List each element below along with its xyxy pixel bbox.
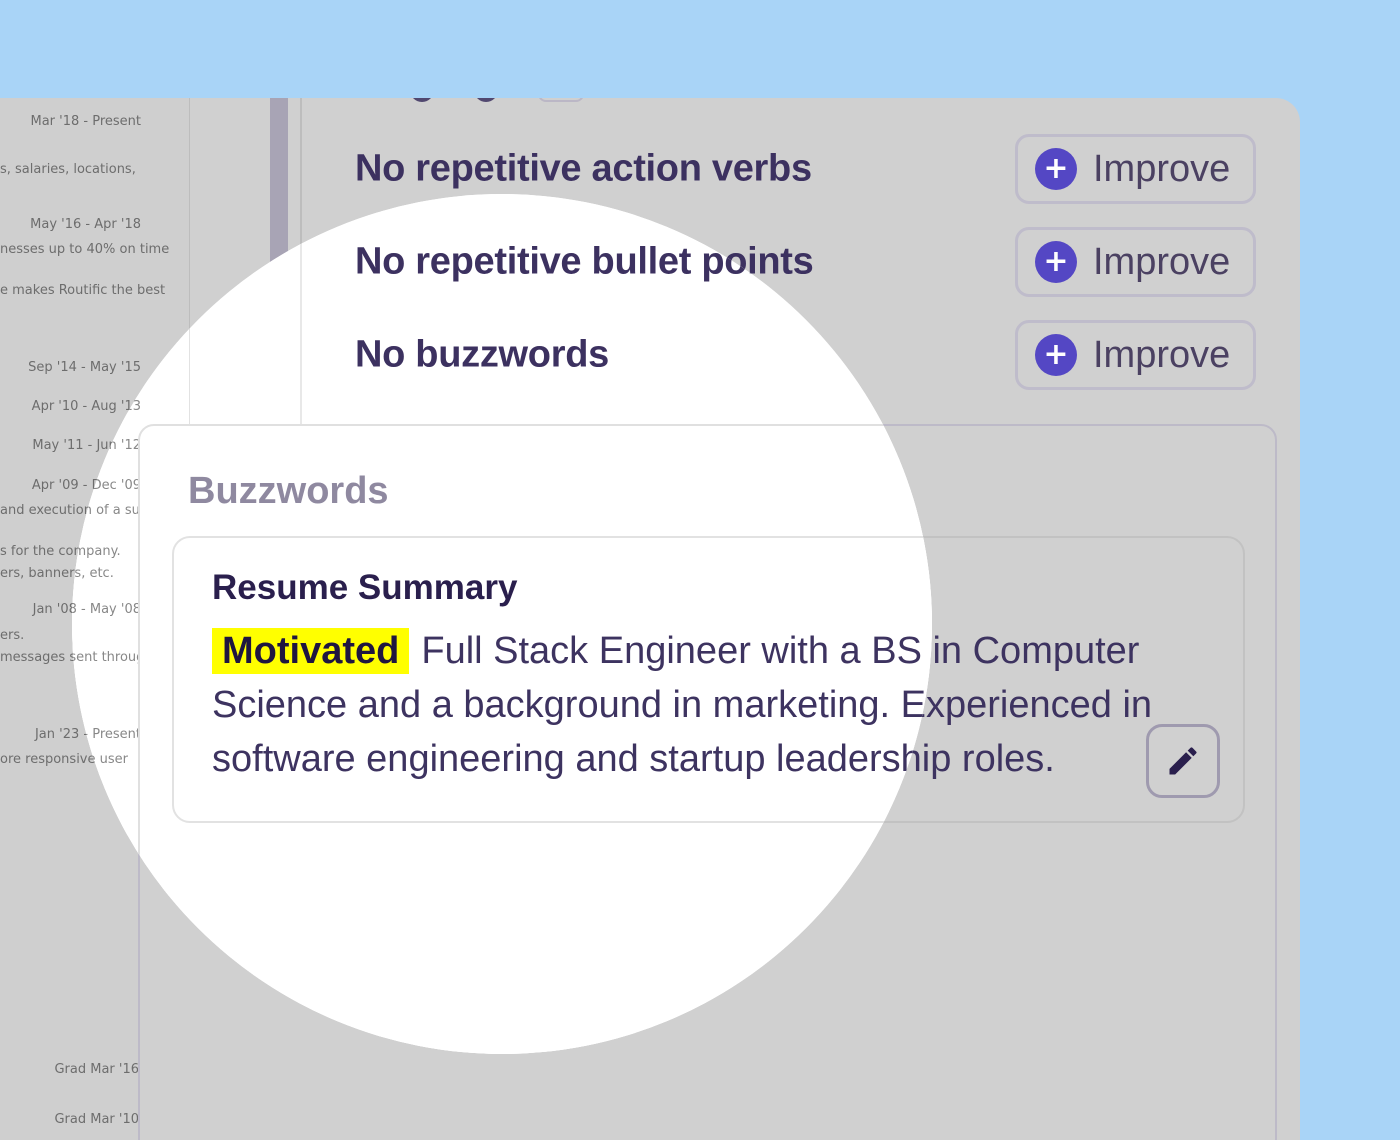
resume-line: Grad Mar '10 xyxy=(54,1112,139,1127)
improve-button[interactable]: + Improve xyxy=(1015,320,1256,390)
plus-icon: + xyxy=(1035,241,1077,283)
resume-line: Apr '09 - Dec '09 xyxy=(72,478,141,493)
resume-line: Jan '08 - May '08 xyxy=(72,602,141,617)
plus-icon: + xyxy=(1035,148,1077,190)
resume-line: ers, banners, etc. xyxy=(72,566,114,581)
check-title: No buzzwords xyxy=(355,333,609,376)
buzzwords-panel: Buzzwords Resume Summary MotivatedFull S… xyxy=(138,424,932,1054)
spotlight-content: Mar '18 - Present s, salaries, locations… xyxy=(72,194,932,1054)
buzzword-highlight[interactable]: Motivated xyxy=(212,628,410,674)
improve-label: Improve xyxy=(1093,333,1231,376)
top-partial-row xyxy=(410,98,584,102)
spotlight-circle: Mar '18 - Present s, salaries, locations… xyxy=(72,194,932,1054)
resume-line: Grad Mar '16 xyxy=(54,1062,139,1077)
improve-label: Improve xyxy=(1093,240,1231,283)
improve-label: Improve xyxy=(1093,147,1231,190)
plus-icon: + xyxy=(1035,334,1077,376)
resume-line: Apr '10 - Aug '13 xyxy=(72,399,141,414)
summary-title: Resume Summary xyxy=(212,568,518,607)
improve-button[interactable]: + Improve xyxy=(1015,227,1256,297)
check-title: No repetitive action verbs xyxy=(355,147,812,190)
resume-line: May '11 - Jun '12 xyxy=(72,438,141,453)
check-row: No repetitive bullet points + Improve xyxy=(72,227,932,297)
buzzwords-heading: Buzzwords xyxy=(188,470,389,512)
resume-line: Mar '18 - Present xyxy=(30,114,141,129)
resume-line: Jan '23 - Present xyxy=(72,727,141,742)
resume-line: ers. xyxy=(0,628,25,643)
resume-line: s for the company. xyxy=(72,544,121,559)
pencil-icon xyxy=(1169,747,1197,775)
improve-button[interactable]: + Improve xyxy=(1015,134,1256,204)
resume-line: ore responsive user xyxy=(72,752,128,767)
check-row: No buzzwords + Improve xyxy=(72,320,932,390)
resume-line: messages sent throug xyxy=(72,650,145,665)
resume-summary-card: Resume Summary MotivatedFull Stack Engin… xyxy=(172,536,932,823)
check-row: No repetitive action verbs + Improve xyxy=(72,194,932,204)
check-title: No repetitive bullet points xyxy=(355,240,814,283)
edit-button[interactable] xyxy=(1146,724,1220,798)
summary-text: MotivatedFull Stack Engineer with a BS i… xyxy=(212,624,932,786)
